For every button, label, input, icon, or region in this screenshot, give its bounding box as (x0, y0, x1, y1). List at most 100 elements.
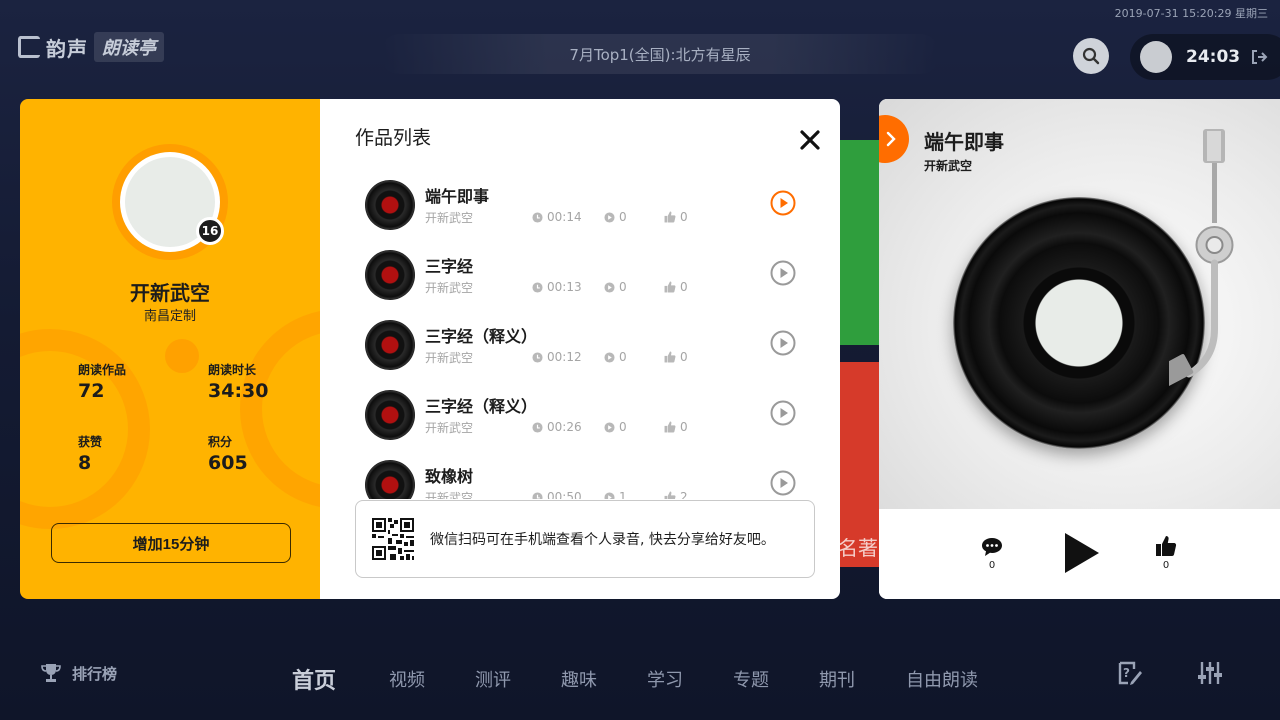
plays-icon (604, 491, 615, 499)
work-row[interactable]: 致橡树 开新武空 00:50 1 2 (320, 449, 840, 499)
vinyl-thumbnail (365, 180, 415, 230)
qr-code-icon[interactable] (372, 518, 414, 560)
work-row[interactable]: 三字经（释义） 开新武空 00:26 0 0 (320, 379, 840, 449)
work-author: 开新武空 (425, 491, 474, 499)
play-circle-icon[interactable] (770, 330, 796, 356)
nav-free-reading[interactable]: 自由朗读 (906, 666, 978, 692)
duration-value: 00:13 (547, 280, 582, 294)
plays-icon (604, 421, 615, 433)
like-control[interactable]: 0 (1155, 535, 1177, 571)
settings-sliders-icon[interactable] (1198, 660, 1222, 686)
work-plays: 0 (604, 280, 627, 294)
works-panel: 作品列表 端午即事 开新武空 00:14 0 0 三字经 开新武空 00:13 0 0 三字经（释义… (320, 99, 840, 599)
work-row[interactable]: 三字经 开新武空 00:13 0 0 (320, 239, 840, 309)
comment-icon (982, 538, 1002, 556)
plays-icon (604, 211, 615, 223)
collapse-player-button[interactable] (879, 115, 909, 163)
work-row[interactable]: 端午即事 开新武空 00:14 0 0 (320, 169, 840, 239)
play-button-icon[interactable] (1061, 531, 1101, 575)
nav-journal[interactable]: 期刊 (819, 666, 855, 692)
play-circle-icon[interactable] (770, 190, 796, 216)
player-author: 开新武空 (924, 159, 973, 173)
like-icon (664, 351, 676, 363)
nav-evaluation[interactable]: 测评 (475, 666, 511, 692)
vinyl-thumbnail (365, 460, 415, 499)
like-icon (664, 281, 676, 293)
work-author: 开新武空 (425, 421, 474, 435)
clock-icon (532, 211, 543, 223)
plays-icon (604, 351, 615, 363)
add-time-button[interactable]: 增加15分钟 (51, 523, 291, 563)
top-marquee[interactable]: 7月Top1(全国):北方有星辰 (380, 34, 940, 74)
search-icon (1082, 47, 1100, 65)
likes-value: 0 (680, 420, 688, 434)
nav-home[interactable]: 首页 (292, 663, 336, 695)
work-title: 致橡树 (425, 467, 474, 486)
work-title: 三字经（释义） (425, 397, 538, 416)
works-title: 作品列表 (355, 127, 432, 149)
plays-value: 0 (619, 420, 627, 434)
like-icon (664, 211, 676, 223)
play-circle-icon[interactable] (770, 260, 796, 286)
nav-topics[interactable]: 专题 (733, 666, 769, 692)
category-tile-label: 名著 (838, 536, 878, 560)
comment-count: 0 (988, 560, 996, 571)
datetime: 2019-07-31 15:20:29 星期三 (1114, 7, 1268, 20)
vinyl-thumbnail (365, 250, 415, 300)
nav-study[interactable]: 学习 (647, 666, 683, 692)
session-timer: 24:03 (1186, 47, 1241, 67)
player-stage: 端午即事 开新武空 (879, 99, 1280, 509)
plays-value: 0 (619, 280, 627, 294)
user-avatar[interactable] (1140, 41, 1172, 73)
work-likes: 0 (664, 280, 688, 294)
plays-icon (604, 281, 615, 293)
close-icon[interactable] (798, 128, 822, 152)
duration-value: 00:26 (547, 420, 582, 434)
duration-value: 00:12 (547, 350, 582, 364)
decor-dot (165, 339, 199, 373)
decor-ring (20, 329, 150, 529)
work-title: 三字经 (425, 257, 474, 276)
plays-value: 0 (619, 350, 627, 364)
tonearm-graphic (1169, 129, 1234, 389)
work-plays: 0 (604, 210, 627, 224)
main-nav: 首页 视频 测评 趣味 学习 专题 期刊 自由朗读 (0, 666, 1280, 696)
profile-subtitle: 南昌定制 (143, 309, 196, 324)
clock-icon (532, 281, 543, 293)
works-list: 端午即事 开新武空 00:14 0 0 三字经 开新武空 00:13 0 0 三字经（释义） 开新武空… (320, 169, 840, 499)
nav-video[interactable]: 视频 (389, 666, 425, 692)
svg-text:?: ? (1123, 666, 1130, 680)
likes-value: 0 (680, 210, 688, 224)
work-row[interactable]: 三字经（释义） 开新武空 00:12 0 0 (320, 309, 840, 379)
work-plays: 0 (604, 420, 627, 434)
stat-label: 朗读时长 (208, 363, 257, 377)
work-likes: 0 (664, 420, 688, 434)
work-duration: 00:26 (532, 420, 582, 434)
thumbs-up-icon (1156, 536, 1177, 556)
clock-icon (532, 351, 543, 363)
stat-points: 积分 605 (208, 433, 248, 474)
stat-duration: 朗读时长 34:30 (208, 361, 268, 402)
logout-icon[interactable] (1250, 48, 1268, 66)
work-author: 开新武空 (425, 351, 474, 365)
work-likes: 0 (664, 210, 688, 224)
play-circle-icon[interactable] (770, 470, 796, 496)
duration-value: 00:50 (547, 490, 582, 499)
user-session: 24:03 (1130, 34, 1280, 80)
comment-control[interactable]: 0 (981, 537, 1003, 571)
app-logo: 韵声 朗读亭 (18, 32, 164, 62)
level-badge: 16 (196, 217, 224, 245)
search-button[interactable] (1073, 38, 1109, 74)
qr-share-box: 微信扫码可在手机端查看个人录音, 快去分享给好友吧。 (355, 500, 815, 578)
work-duration: 00:50 (532, 490, 582, 499)
plays-value: 0 (619, 210, 627, 224)
feedback-icon[interactable]: ? (1117, 660, 1143, 686)
work-duration: 00:14 (532, 210, 582, 224)
work-likes: 0 (664, 350, 688, 364)
work-plays: 0 (604, 350, 627, 364)
logo-icon (18, 36, 40, 58)
stat-likes: 获赞 8 (78, 433, 102, 474)
play-circle-icon[interactable] (770, 400, 796, 426)
nav-fun[interactable]: 趣味 (561, 666, 597, 692)
vinyl-thumbnail (365, 320, 415, 370)
